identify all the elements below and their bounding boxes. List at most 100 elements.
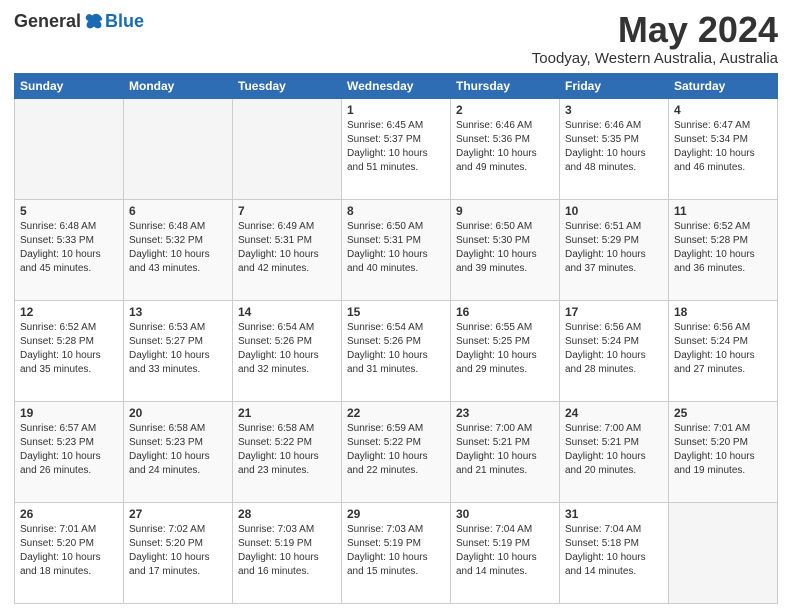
day-number: 22 — [347, 406, 445, 420]
day-info: Sunrise: 6:46 AM Sunset: 5:36 PM Dayligh… — [456, 119, 554, 175]
logo: General Blue — [14, 10, 144, 32]
day-info: Sunrise: 6:48 AM Sunset: 5:32 PM Dayligh… — [129, 220, 227, 276]
weekday-header-monday: Monday — [124, 73, 233, 98]
day-info: Sunrise: 6:59 AM Sunset: 5:22 PM Dayligh… — [347, 422, 445, 478]
calendar-day-cell: 29 Sunrise: 7:03 AM Sunset: 5:19 PM Dayli… — [342, 502, 451, 603]
calendar-day-cell: 9 Sunrise: 6:50 AM Sunset: 5:30 PM Daylig… — [451, 199, 560, 300]
calendar-day-cell: 23 Sunrise: 7:00 AM Sunset: 5:21 PM Dayli… — [451, 401, 560, 502]
day-info: Sunrise: 7:00 AM Sunset: 5:21 PM Dayligh… — [456, 422, 554, 478]
weekday-header-tuesday: Tuesday — [233, 73, 342, 98]
day-info: Sunrise: 7:03 AM Sunset: 5:19 PM Dayligh… — [238, 523, 336, 579]
calendar-day-cell: 31Sunrise: 7:04 AM Sunset: 5:18 PM Dayli… — [560, 502, 669, 603]
calendar-day-cell: 27 Sunrise: 7:02 AM Sunset: 5:20 PM Dayli… — [124, 502, 233, 603]
calendar-day-cell: 8 Sunrise: 6:50 AM Sunset: 5:31 PM Daylig… — [342, 199, 451, 300]
day-info: Sunrise: 6:53 AM Sunset: 5:27 PM Dayligh… — [129, 321, 227, 377]
day-number: 12 — [20, 305, 118, 319]
calendar-day-cell: 11 Sunrise: 6:52 AM Sunset: 5:28 PM Dayli… — [669, 199, 778, 300]
day-info: Sunrise: 6:50 AM Sunset: 5:30 PM Dayligh… — [456, 220, 554, 276]
calendar-day-cell: 6 Sunrise: 6:48 AM Sunset: 5:32 PM Daylig… — [124, 199, 233, 300]
calendar-day-cell: 19Sunrise: 6:57 AM Sunset: 5:23 PM Dayli… — [15, 401, 124, 502]
day-number: 24 — [565, 406, 663, 420]
calendar-day-cell: 10 Sunrise: 6:51 AM Sunset: 5:29 PM Dayli… — [560, 199, 669, 300]
day-number: 28 — [238, 507, 336, 521]
calendar-day-cell: 3 Sunrise: 6:46 AM Sunset: 5:35 PM Daylig… — [560, 98, 669, 199]
location: Toodyay, Western Australia, Australia — [532, 50, 778, 67]
day-info: Sunrise: 6:57 AM Sunset: 5:23 PM Dayligh… — [20, 422, 118, 478]
calendar-day-cell: 2 Sunrise: 6:46 AM Sunset: 5:36 PM Daylig… — [451, 98, 560, 199]
day-info: Sunrise: 7:01 AM Sunset: 5:20 PM Dayligh… — [674, 422, 772, 478]
calendar-week-row: 12 Sunrise: 6:52 AM Sunset: 5:28 PM Dayli… — [15, 300, 778, 401]
calendar-week-row: 26 Sunrise: 7:01 AM Sunset: 5:20 PM Dayli… — [15, 502, 778, 603]
calendar-week-row: 1 Sunrise: 6:45 AM Sunset: 5:37 PM Daylig… — [15, 98, 778, 199]
day-number: 31 — [565, 507, 663, 521]
weekday-header-saturday: Saturday — [669, 73, 778, 98]
day-number: 4 — [674, 103, 772, 117]
day-number: 1 — [347, 103, 445, 117]
calendar-day-cell: 4 Sunrise: 6:47 AM Sunset: 5:34 PM Daylig… — [669, 98, 778, 199]
calendar-day-cell: 22 Sunrise: 6:59 AM Sunset: 5:22 PM Dayli… — [342, 401, 451, 502]
day-info: Sunrise: 6:51 AM Sunset: 5:29 PM Dayligh… — [565, 220, 663, 276]
day-info: Sunrise: 6:45 AM Sunset: 5:37 PM Dayligh… — [347, 119, 445, 175]
calendar-day-cell: 20Sunrise: 6:58 AM Sunset: 5:23 PM Dayli… — [124, 401, 233, 502]
day-number: 29 — [347, 507, 445, 521]
day-number: 3 — [565, 103, 663, 117]
calendar-week-row: 19Sunrise: 6:57 AM Sunset: 5:23 PM Dayli… — [15, 401, 778, 502]
calendar-day-cell: 18Sunrise: 6:56 AM Sunset: 5:24 PM Dayli… — [669, 300, 778, 401]
header-right: May 2024 Toodyay, Western Australia, Aus… — [532, 10, 778, 67]
day-info: Sunrise: 7:03 AM Sunset: 5:19 PM Dayligh… — [347, 523, 445, 579]
day-number: 7 — [238, 204, 336, 218]
day-info: Sunrise: 6:58 AM Sunset: 5:22 PM Dayligh… — [238, 422, 336, 478]
calendar-day-cell: 24 Sunrise: 7:00 AM Sunset: 5:21 PM Dayli… — [560, 401, 669, 502]
logo-bird-icon — [83, 10, 105, 32]
day-number: 23 — [456, 406, 554, 420]
day-info: Sunrise: 6:52 AM Sunset: 5:28 PM Dayligh… — [674, 220, 772, 276]
weekday-header-row: SundayMondayTuesdayWednesdayThursdayFrid… — [15, 73, 778, 98]
header: General Blue May 2024 Toodyay, Western A… — [14, 10, 778, 67]
calendar-week-row: 5Sunrise: 6:48 AM Sunset: 5:33 PM Daylig… — [15, 199, 778, 300]
calendar-day-cell: 7 Sunrise: 6:49 AM Sunset: 5:31 PM Daylig… — [233, 199, 342, 300]
calendar-day-cell — [124, 98, 233, 199]
day-number: 11 — [674, 204, 772, 218]
page: General Blue May 2024 Toodyay, Western A… — [0, 0, 792, 612]
day-number: 2 — [456, 103, 554, 117]
weekday-header-sunday: Sunday — [15, 73, 124, 98]
day-number: 27 — [129, 507, 227, 521]
day-info: Sunrise: 6:56 AM Sunset: 5:24 PM Dayligh… — [674, 321, 772, 377]
day-info: Sunrise: 6:54 AM Sunset: 5:26 PM Dayligh… — [238, 321, 336, 377]
day-info: Sunrise: 7:02 AM Sunset: 5:20 PM Dayligh… — [129, 523, 227, 579]
calendar-day-cell: 28 Sunrise: 7:03 AM Sunset: 5:19 PM Dayli… — [233, 502, 342, 603]
day-info: Sunrise: 6:46 AM Sunset: 5:35 PM Dayligh… — [565, 119, 663, 175]
calendar-day-cell: 30Sunrise: 7:04 AM Sunset: 5:19 PM Dayli… — [451, 502, 560, 603]
logo-general-text: General — [14, 11, 81, 32]
day-number: 10 — [565, 204, 663, 218]
calendar-day-cell: 13 Sunrise: 6:53 AM Sunset: 5:27 PM Dayli… — [124, 300, 233, 401]
day-info: Sunrise: 6:49 AM Sunset: 5:31 PM Dayligh… — [238, 220, 336, 276]
day-info: Sunrise: 6:55 AM Sunset: 5:25 PM Dayligh… — [456, 321, 554, 377]
calendar-table: SundayMondayTuesdayWednesdayThursdayFrid… — [14, 73, 778, 604]
weekday-header-wednesday: Wednesday — [342, 73, 451, 98]
day-number: 16 — [456, 305, 554, 319]
day-number: 9 — [456, 204, 554, 218]
calendar-day-cell: 12 Sunrise: 6:52 AM Sunset: 5:28 PM Dayli… — [15, 300, 124, 401]
day-number: 14 — [238, 305, 336, 319]
day-number: 17 — [565, 305, 663, 319]
day-info: Sunrise: 7:01 AM Sunset: 5:20 PM Dayligh… — [20, 523, 118, 579]
day-info: Sunrise: 6:52 AM Sunset: 5:28 PM Dayligh… — [20, 321, 118, 377]
calendar-day-cell: 5Sunrise: 6:48 AM Sunset: 5:33 PM Daylig… — [15, 199, 124, 300]
day-info: Sunrise: 7:00 AM Sunset: 5:21 PM Dayligh… — [565, 422, 663, 478]
day-info: Sunrise: 6:47 AM Sunset: 5:34 PM Dayligh… — [674, 119, 772, 175]
calendar-day-cell: 16 Sunrise: 6:55 AM Sunset: 5:25 PM Dayli… — [451, 300, 560, 401]
day-number: 30 — [456, 507, 554, 521]
day-number: 6 — [129, 204, 227, 218]
day-info: Sunrise: 6:50 AM Sunset: 5:31 PM Dayligh… — [347, 220, 445, 276]
day-number: 13 — [129, 305, 227, 319]
day-info: Sunrise: 6:54 AM Sunset: 5:26 PM Dayligh… — [347, 321, 445, 377]
calendar-day-cell: 25Sunrise: 7:01 AM Sunset: 5:20 PM Dayli… — [669, 401, 778, 502]
day-number: 8 — [347, 204, 445, 218]
day-info: Sunrise: 6:56 AM Sunset: 5:24 PM Dayligh… — [565, 321, 663, 377]
day-number: 21 — [238, 406, 336, 420]
day-info: Sunrise: 6:58 AM Sunset: 5:23 PM Dayligh… — [129, 422, 227, 478]
day-number: 26 — [20, 507, 118, 521]
calendar-day-cell: 21 Sunrise: 6:58 AM Sunset: 5:22 PM Dayli… — [233, 401, 342, 502]
weekday-header-thursday: Thursday — [451, 73, 560, 98]
